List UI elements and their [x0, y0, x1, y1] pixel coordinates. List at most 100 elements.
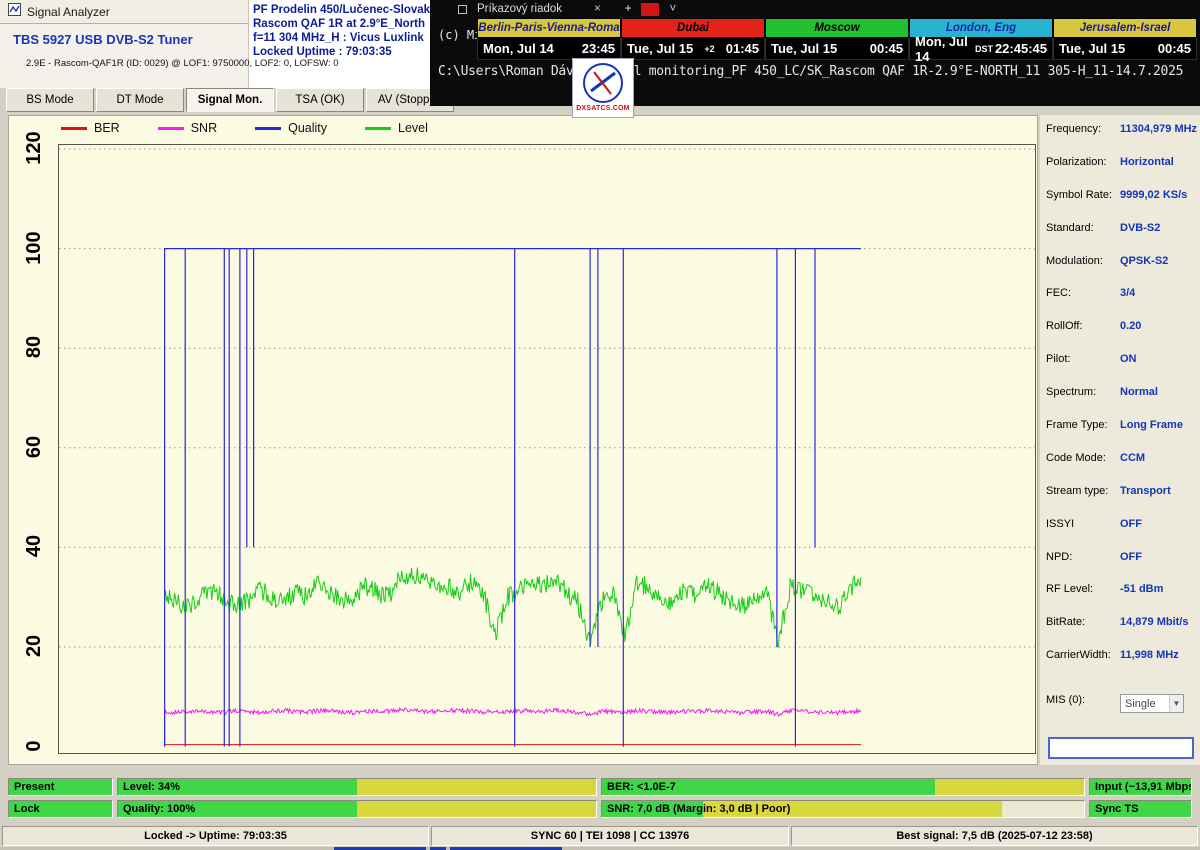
- meter-label: Level: 34%: [123, 781, 180, 793]
- signal-params-panel: Frequency:11304,979 MHzPolarization:Hori…: [1040, 115, 1200, 765]
- param-value: DVB-S2: [1120, 222, 1160, 234]
- world-clocks: Berlin-Paris-Vienna-RomaMon, Jul 1423:45…: [477, 18, 1197, 60]
- tab-bs-mode[interactable]: BS Mode: [6, 88, 94, 112]
- legend-line: [365, 127, 391, 130]
- antenna-info-line: Locked Uptime : 79:03:35: [253, 45, 435, 59]
- y-axis-label: 0: [21, 729, 47, 763]
- tab-dt-mode[interactable]: DT Mode: [96, 88, 184, 112]
- param-value: OFF: [1120, 551, 1142, 563]
- terminal-tab-title: Príkazový riadok: [477, 3, 562, 15]
- param-value: 0.20: [1120, 320, 1141, 332]
- param-label: Stream type:: [1046, 485, 1120, 497]
- terminal-window: Príkazový riadok × + ˅ (c) Mi Berlin-Par…: [430, 0, 1200, 106]
- param-row-standard: Standard:DVB-S2: [1040, 220, 1200, 253]
- y-axis-label: 100: [21, 231, 47, 265]
- dxsatcs-logo-graphic: [581, 61, 625, 105]
- clock-time-row: Mon, Jul 1423:45: [477, 38, 621, 60]
- chart-legend: BERSNRQualityLevel: [61, 121, 428, 135]
- mis-selected-value: Single: [1125, 698, 1156, 710]
- clock-offset: +2: [704, 44, 714, 54]
- tab-bar: BS ModeDT ModeSignal Mon.TSA (OK)AV (Sto…: [0, 88, 470, 114]
- clock-time-value: 00:45: [870, 41, 903, 56]
- param-value: Normal: [1120, 386, 1158, 398]
- param-value: 11,998 MHz: [1120, 649, 1179, 661]
- tab-tsa-ok[interactable]: TSA (OK): [276, 88, 364, 112]
- param-label: Standard:: [1046, 222, 1120, 234]
- param-row-pilot: Pilot:ON: [1040, 351, 1200, 384]
- antenna-info-line: Rascom QAF 1R at 2.9°E_North: [253, 17, 435, 31]
- clock-date: Mon, Jul 14: [483, 41, 554, 56]
- clock-time-row: Mon, Jul 14DST22:45:45: [909, 38, 1053, 60]
- clock-moscow: MoscowTue, Jul 1500:45: [765, 18, 909, 60]
- mis-select[interactable]: Single▼: [1120, 694, 1184, 713]
- terminal-tab-close-icon[interactable]: ×: [594, 3, 601, 15]
- param-value: 11304,979 MHz: [1120, 123, 1197, 135]
- param-row-symbol-rate: Symbol Rate:9999,02 KS/s: [1040, 187, 1200, 220]
- param-label: CarrierWidth:: [1046, 649, 1120, 661]
- param-row-modulation: Modulation:QPSK-S2: [1040, 253, 1200, 286]
- signal-analyzer-icon: [8, 3, 21, 21]
- param-row-code-mode: Code Mode:CCM: [1040, 450, 1200, 483]
- param-label: Polarization:: [1046, 156, 1120, 168]
- param-value: -51 dBm: [1120, 583, 1163, 595]
- statusbar-sync-counters: SYNC 60 | TEI 1098 | CC 13976: [431, 826, 789, 846]
- param-row-rf-level: RF Level:-51 dBm: [1040, 581, 1200, 614]
- param-value: ON: [1120, 353, 1137, 365]
- param-row-frequency: Frequency:11304,979 MHz: [1040, 121, 1200, 154]
- clock-date: Tue, Jul 15: [627, 41, 693, 56]
- antenna-info-block: PF Prodelin 450/Lučenec-SlovakiaRascom Q…: [248, 0, 435, 88]
- legend-label: BER: [94, 121, 120, 135]
- param-label: Symbol Rate:: [1046, 189, 1120, 201]
- meter-quality-100: Quality: 100%: [117, 800, 597, 818]
- param-row-fec: FEC:3/4: [1040, 285, 1200, 318]
- clock-dubai: DubaiTue, Jul 15+201:45: [621, 18, 765, 60]
- param-row-rolloff: RollOff:0.20: [1040, 318, 1200, 351]
- meter-label: Lock: [14, 803, 40, 815]
- param-row-frame-type: Frame Type:Long Frame: [1040, 417, 1200, 450]
- terminal-dropdown-icon[interactable]: ˅: [669, 3, 676, 15]
- y-axis-label: 40: [21, 529, 47, 563]
- param-value: 9999,02 KS/s: [1120, 189, 1187, 201]
- param-label: Code Mode:: [1046, 452, 1120, 464]
- tab-signal-mon[interactable]: Signal Mon.: [186, 88, 274, 112]
- param-label: ISSYI: [1046, 518, 1120, 530]
- y-axis-label: 80: [21, 330, 47, 364]
- clock-offset: DST: [975, 44, 993, 54]
- y-axis-label: 20: [21, 629, 47, 663]
- legend-label: SNR: [191, 121, 217, 135]
- legend-label: Level: [398, 121, 428, 135]
- meter-label: SNR: 7,0 dB (Margin: 3,0 dB | Poor): [607, 803, 790, 815]
- app-title: Signal Analyzer: [27, 5, 110, 19]
- meter-snr-7-0-db-margin-3-0-db-poor: SNR: 7,0 dB (Margin: 3,0 dB | Poor): [601, 800, 1085, 818]
- clock-jerusalem-israel: Jerusalem-IsraelTue, Jul 1500:45: [1053, 18, 1197, 60]
- param-row-bitrate: BitRate:14,879 Mbit/s: [1040, 614, 1200, 647]
- statusbar-best-signal: Best signal: 7,5 dB (2025-07-12 23:58): [791, 826, 1198, 846]
- legend-line: [61, 127, 87, 130]
- param-value: 14,879 Mbit/s: [1120, 616, 1188, 628]
- meter-segment: [357, 779, 596, 795]
- meter-sync-ts: Sync TS: [1089, 800, 1192, 818]
- param-label: Spectrum:: [1046, 386, 1120, 398]
- meter-present: Present: [8, 778, 113, 796]
- meter-label: BER: <1.0E-7: [607, 781, 676, 793]
- terminal-new-tab-button[interactable]: +: [625, 3, 632, 15]
- terminal-partial-text: (c) Mi: [438, 28, 481, 42]
- clock-time-value: 22:45:45: [995, 41, 1047, 56]
- antenna-info-line: f=11 304 MHz_H : Vicus Luxlink: [253, 31, 435, 45]
- terminal-tab-row: Príkazový riadok × + ˅: [430, 0, 1200, 18]
- panel-indicator-box: [1048, 737, 1194, 759]
- clock-city-label: Jerusalem-Israel: [1053, 18, 1197, 38]
- tuner-title: TBS 5927 USB DVB-S2 Tuner: [13, 32, 193, 47]
- param-row-issyi: ISSYIOFF: [1040, 516, 1200, 549]
- meter-segment: [1002, 801, 1084, 817]
- param-label: BitRate:: [1046, 616, 1120, 628]
- y-axis-label: 60: [21, 430, 47, 464]
- meter-label: Sync TS: [1095, 803, 1138, 815]
- legend-line: [158, 127, 184, 130]
- clock-time-row: Tue, Jul 1500:45: [1053, 38, 1197, 60]
- param-row-mis: MIS (0):Single▼: [1040, 692, 1200, 725]
- param-label: RollOff:: [1046, 320, 1120, 332]
- legend-item-snr: SNR: [158, 121, 217, 135]
- clock-london-eng: London, EngMon, Jul 14DST22:45:45: [909, 18, 1053, 60]
- meter-input-13-91-mbps: Input (~13,91 Mbps): [1089, 778, 1192, 796]
